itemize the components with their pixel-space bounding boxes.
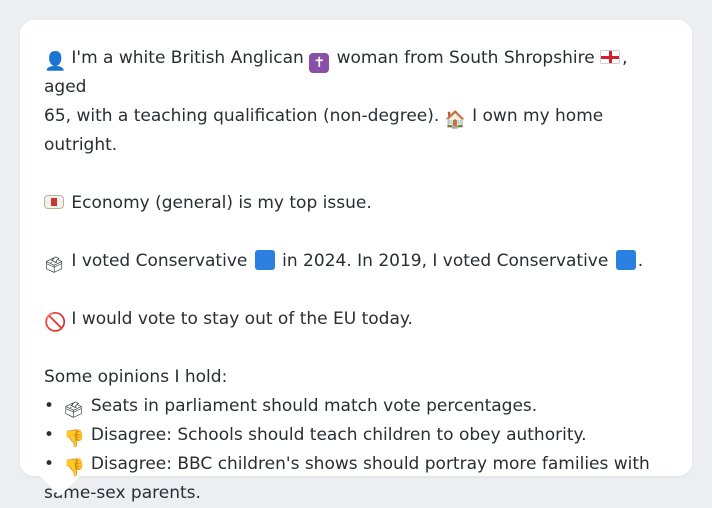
persona-card: 👤 I'm a white British Anglican ✝ woman f… [20, 20, 692, 503]
bullet: • [44, 396, 55, 416]
profile-line-2: 65, with a teaching qualification (non-d… [44, 102, 668, 160]
latin-cross-icon: ✝ [309, 53, 330, 73]
top-issue: Economy (general) is my top issue. [44, 189, 668, 218]
opinion-text: Seats in parliament should match vote pe… [90, 396, 538, 416]
opinion-item: • 👎 Disagree: Schools should teach child… [44, 421, 668, 450]
ballot-box-icon: 🗳 [44, 255, 65, 274]
bullet: • [44, 425, 55, 445]
top-issue-text: Economy (general) is my top issue. [71, 193, 372, 213]
vote-text-c: . [637, 251, 644, 271]
blue-square-icon [615, 250, 636, 270]
vote-history: 🗳 I voted Conservative in 2024. In 2019,… [44, 247, 668, 276]
opinions-heading: Some opinions I hold: [44, 367, 228, 387]
bullet: • [44, 454, 55, 474]
speech-bubble-tail [40, 476, 80, 496]
england-flag-icon [600, 50, 621, 64]
opinion-text: Disagree: BBC children's shows should po… [90, 454, 650, 474]
blue-square-icon [254, 250, 275, 270]
thumbs-down-icon: 👎 [63, 458, 85, 478]
profile-text-b: woman from South Shropshire [336, 48, 595, 68]
house-icon: 🏠 [444, 110, 466, 130]
opinion-item: • 👎 Disagree: BBC children's shows shoul… [44, 450, 668, 479]
profile-text-a: I'm a white British Anglican [71, 48, 304, 68]
eu-stance-text: I would vote to stay out of the EU today… [71, 309, 413, 329]
opinion-text: Disagree: Schools should teach children … [90, 425, 587, 445]
ballot-box-icon: 🗳 [63, 400, 84, 419]
opinion-item-continuation: same-sex parents. [44, 483, 201, 503]
prohibited-icon: 🚫 [44, 312, 67, 333]
eu-stance: 🚫 I would vote to stay out of the EU tod… [44, 305, 668, 334]
thumbs-down-icon: 👎 [63, 429, 85, 449]
person-icon: 👤 [44, 51, 67, 72]
profile-line-1: 👤 I'm a white British Anglican ✝ woman f… [44, 44, 668, 102]
profile-text-d: 65, with a teaching qualification (non-d… [44, 106, 440, 126]
vote-text-a: I voted Conservative [71, 251, 248, 271]
banknote-icon [44, 195, 64, 209]
vote-text-b: in 2024. In 2019, I voted Conservative [282, 251, 609, 271]
opinion-item: • 🗳 Seats in parliament should match vot… [44, 392, 668, 421]
